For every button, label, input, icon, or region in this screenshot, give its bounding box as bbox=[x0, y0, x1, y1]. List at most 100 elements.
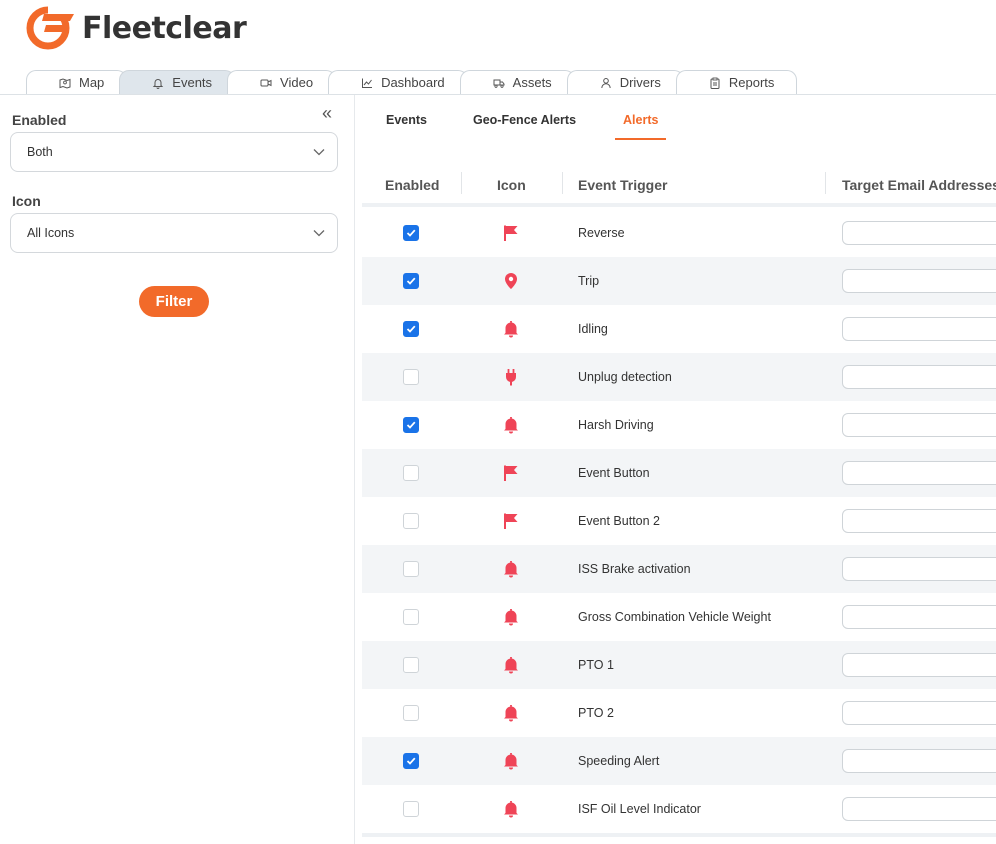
map-icon bbox=[59, 77, 71, 89]
enabled-filter-select[interactable]: Both bbox=[10, 132, 338, 172]
bell-icon bbox=[502, 320, 520, 338]
enabled-checkbox[interactable] bbox=[403, 225, 419, 241]
table-row: Event Button bbox=[362, 449, 996, 497]
nav-tab-label: Dashboard bbox=[381, 75, 445, 90]
enabled-checkbox[interactable] bbox=[403, 465, 419, 481]
chevron-down-icon bbox=[313, 230, 325, 237]
bell-icon bbox=[502, 752, 520, 770]
nav-tab-label: Drivers bbox=[619, 75, 661, 90]
nav-tab-label: Assets bbox=[512, 75, 552, 90]
event-trigger-label: Gross Combination Vehicle Weight bbox=[578, 610, 771, 624]
target-email-input[interactable] bbox=[842, 701, 996, 725]
header-enabled: Enabled bbox=[385, 177, 440, 193]
event-trigger-label: PTO 2 bbox=[578, 706, 614, 720]
flag-icon bbox=[502, 224, 520, 242]
nav-tab-drivers[interactable]: Drivers bbox=[566, 70, 684, 94]
bell-icon bbox=[502, 704, 520, 722]
target-email-input[interactable] bbox=[842, 797, 996, 821]
header-target-emails: Target Email Addresses bbox=[842, 177, 996, 193]
target-email-input[interactable] bbox=[842, 605, 996, 629]
enabled-checkbox[interactable] bbox=[403, 705, 419, 721]
target-email-input[interactable] bbox=[842, 317, 996, 341]
table-row: PTO 1 bbox=[362, 641, 996, 689]
target-email-input[interactable] bbox=[842, 653, 996, 677]
event-trigger-label: Unplug detection bbox=[578, 370, 672, 384]
enabled-checkbox[interactable] bbox=[403, 369, 419, 385]
event-trigger-label: PTO 1 bbox=[578, 658, 614, 672]
enabled-checkbox[interactable] bbox=[403, 657, 419, 673]
table-row: Trip bbox=[362, 257, 996, 305]
table-row: ISF Oil Level Indicator bbox=[362, 785, 996, 833]
enabled-checkbox[interactable] bbox=[403, 321, 419, 337]
target-email-input[interactable] bbox=[842, 269, 996, 293]
header-event-trigger: Event Trigger bbox=[578, 177, 668, 193]
enabled-checkbox[interactable] bbox=[403, 801, 419, 817]
icon-filter-label: Icon bbox=[12, 193, 41, 209]
header-divider bbox=[362, 203, 996, 207]
subtab-alerts[interactable]: Alerts bbox=[623, 113, 658, 127]
app-logo: Fleetclear bbox=[26, 6, 247, 50]
active-subtab-indicator bbox=[615, 138, 666, 140]
event-trigger-label: ISF Oil Level Indicator bbox=[578, 802, 701, 816]
bell-icon bbox=[502, 800, 520, 818]
alerts-table-body: Reverse Trip Idling Unplug detection Harsh D… bbox=[362, 209, 996, 833]
event-trigger-label: Event Button bbox=[578, 466, 650, 480]
table-row: Gross Combination Vehicle Weight bbox=[362, 593, 996, 641]
subtab-geo-fence-alerts[interactable]: Geo-Fence Alerts bbox=[473, 113, 576, 127]
bell-icon bbox=[502, 416, 520, 434]
bell-icon bbox=[152, 77, 164, 89]
nav-tab-events[interactable]: Events bbox=[119, 70, 236, 94]
table-row: Speeding Alert bbox=[362, 737, 996, 785]
subtab-events[interactable]: Events bbox=[386, 113, 427, 127]
table-row: Idling bbox=[362, 305, 996, 353]
header-separator bbox=[461, 172, 462, 194]
event-trigger-label: Event Button 2 bbox=[578, 514, 661, 528]
pin-icon bbox=[502, 272, 520, 290]
enabled-checkbox[interactable] bbox=[403, 273, 419, 289]
table-row: Event Button 2 bbox=[362, 497, 996, 545]
icon-filter-select[interactable]: All Icons bbox=[10, 213, 338, 253]
nav-tab-video[interactable]: Video bbox=[227, 70, 337, 94]
target-email-input[interactable] bbox=[842, 557, 996, 581]
nav-tab-dashboard[interactable]: Dashboard bbox=[328, 70, 468, 94]
nav-tab-map[interactable]: Map bbox=[26, 70, 128, 94]
target-email-input[interactable] bbox=[842, 749, 996, 773]
alerts-panel: Events Geo-Fence Alerts Alerts Enabled I… bbox=[356, 95, 996, 844]
nav-tab-reports[interactable]: Reports bbox=[675, 70, 798, 94]
table-header: Enabled Icon Event Trigger Target Email … bbox=[362, 168, 996, 202]
event-trigger-label: Harsh Driving bbox=[578, 418, 654, 432]
icon-filter-value: All Icons bbox=[27, 226, 75, 240]
chevron-down-icon bbox=[313, 149, 325, 156]
flag-icon bbox=[502, 512, 520, 530]
enabled-checkbox[interactable] bbox=[403, 753, 419, 769]
filter-sidebar: « Enabled Both Icon All Icons Filter bbox=[0, 95, 355, 844]
enabled-filter-value: Both bbox=[27, 145, 53, 159]
event-trigger-label: Idling bbox=[578, 322, 608, 336]
fleetclear-logo-icon bbox=[26, 6, 76, 50]
target-email-input[interactable] bbox=[842, 365, 996, 389]
target-email-input[interactable] bbox=[842, 461, 996, 485]
enabled-checkbox[interactable] bbox=[403, 609, 419, 625]
collapse-sidebar-icon[interactable]: « bbox=[322, 103, 332, 124]
table-row: Harsh Driving bbox=[362, 401, 996, 449]
nav-tab-assets[interactable]: Assets bbox=[459, 70, 575, 94]
enabled-checkbox[interactable] bbox=[403, 513, 419, 529]
target-email-input[interactable] bbox=[842, 221, 996, 245]
event-trigger-label: Reverse bbox=[578, 226, 625, 240]
filter-button[interactable]: Filter bbox=[139, 286, 209, 317]
enabled-checkbox[interactable] bbox=[403, 561, 419, 577]
event-trigger-label: Speeding Alert bbox=[578, 754, 660, 768]
enabled-checkbox[interactable] bbox=[403, 417, 419, 433]
table-row: ISS Brake activation bbox=[362, 545, 996, 593]
clipboard-icon bbox=[709, 77, 721, 89]
person-icon bbox=[600, 77, 612, 89]
header-icon: Icon bbox=[497, 177, 526, 193]
chart-icon bbox=[361, 77, 373, 89]
table-row: Reverse bbox=[362, 209, 996, 257]
target-email-input[interactable] bbox=[842, 509, 996, 533]
bell-icon bbox=[502, 608, 520, 626]
nav-tab-label: Map bbox=[79, 75, 105, 90]
header-separator bbox=[825, 172, 826, 194]
target-email-input[interactable] bbox=[842, 413, 996, 437]
event-trigger-label: Trip bbox=[578, 274, 600, 288]
